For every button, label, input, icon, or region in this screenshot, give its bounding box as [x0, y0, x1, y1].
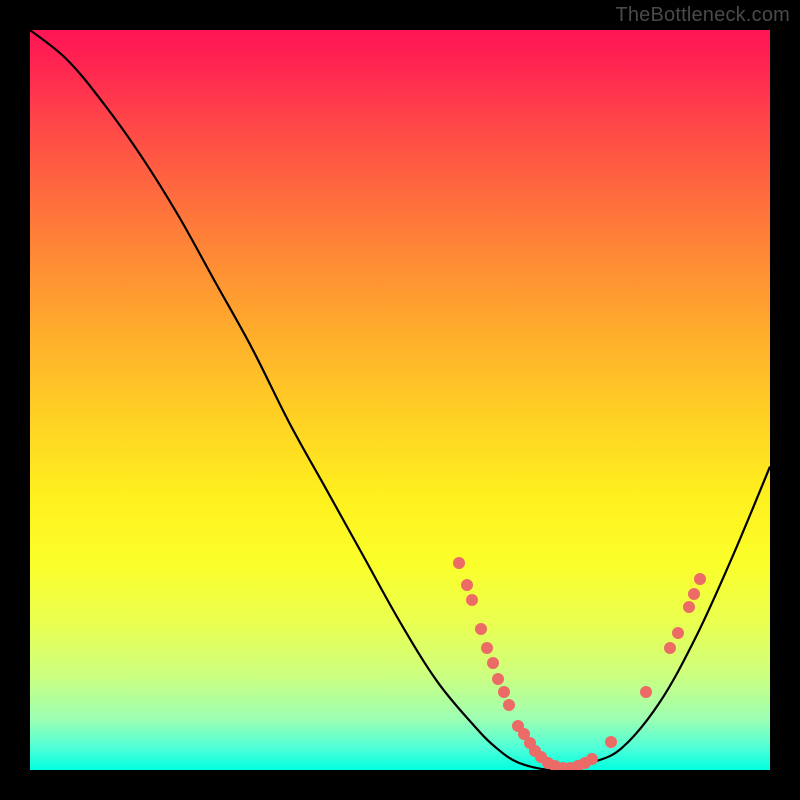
bottleneck-curve [30, 30, 770, 770]
curve-svg [30, 30, 770, 770]
data-marker [487, 657, 499, 669]
data-marker [481, 642, 493, 654]
data-marker [694, 573, 706, 585]
data-marker [586, 753, 598, 765]
data-marker [475, 623, 487, 635]
data-marker [461, 579, 473, 591]
watermark-text: TheBottleneck.com [615, 4, 790, 27]
plot-area [30, 30, 770, 770]
data-marker [605, 736, 617, 748]
data-marker [492, 673, 504, 685]
data-marker [664, 642, 676, 654]
data-marker [503, 699, 515, 711]
data-marker [498, 686, 510, 698]
data-marker [466, 594, 478, 606]
data-marker [453, 557, 465, 569]
data-marker [640, 686, 652, 698]
data-marker [688, 588, 700, 600]
data-marker [683, 601, 695, 613]
data-marker [672, 627, 684, 639]
